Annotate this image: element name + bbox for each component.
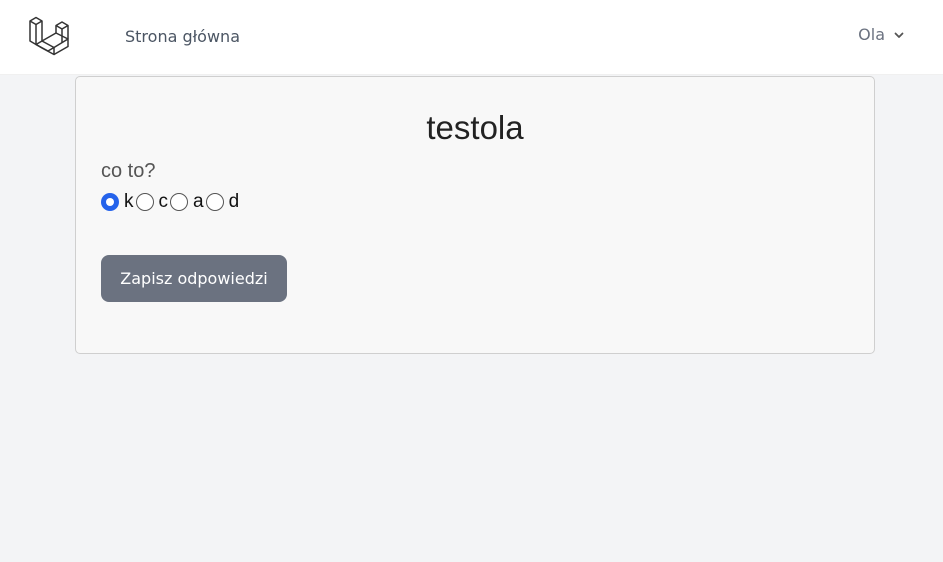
user-name: Ola [858,25,885,44]
answer-label-c: c [158,191,169,212]
top-navbar: Strona główna Ola [0,0,943,75]
question-text: co to? [101,160,156,182]
answer-radio-c[interactable] [135,193,154,211]
laravel-logo-icon[interactable] [28,15,70,57]
chevron-down-icon [894,32,904,38]
answer-label-a: a [193,191,204,212]
answer-label-k: k [124,191,134,212]
quiz-title: testola [426,109,524,146]
answer-radio-d[interactable] [205,193,224,211]
answer-radio-k[interactable] [101,193,119,211]
user-menu-dropdown[interactable]: Ola [858,25,905,44]
nav-home-link[interactable]: Strona główna [125,27,240,46]
answer-options: k c a d [101,191,241,213]
answer-label-d: d [228,191,240,212]
answer-radio-a[interactable] [170,193,188,211]
save-answers-button[interactable]: Zapisz odpowiedzi [101,255,287,302]
quiz-card: testola co to? k c a d Zapisz odpowiedzi [75,76,875,354]
